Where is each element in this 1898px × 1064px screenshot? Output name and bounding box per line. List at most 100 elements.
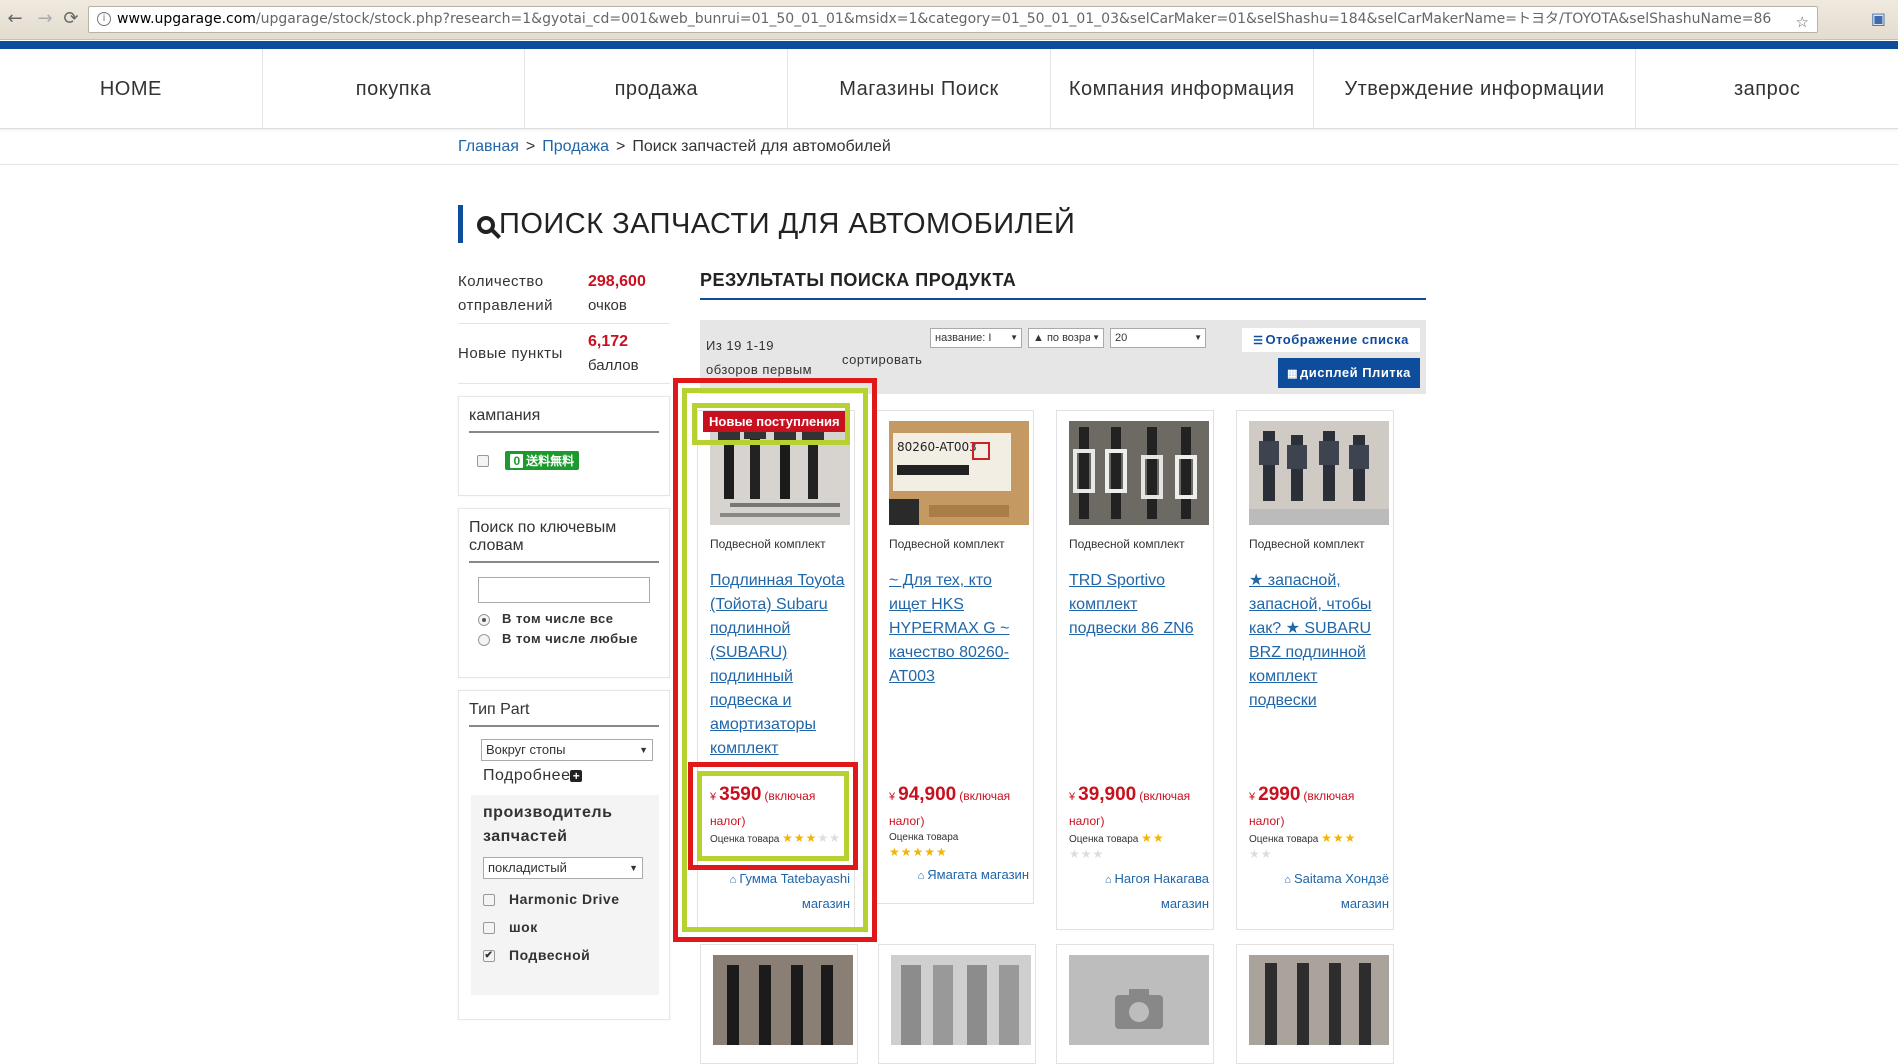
- nav-inquiry[interactable]: запрос: [1636, 49, 1898, 128]
- stat-number: 6,172: [588, 332, 629, 350]
- shop-name: Нагоя Накагава магазин: [1114, 871, 1209, 911]
- sort-order-select[interactable]: ▲ по возра: [1028, 328, 1104, 348]
- stat-unit: очков: [588, 296, 627, 314]
- shop-name: Ямагата магазин: [927, 867, 1029, 882]
- highlight-badge: [692, 403, 850, 445]
- product-title-link[interactable]: ★ запасной, запасной, чтобы как? ★ SUBAR…: [1249, 569, 1389, 713]
- breadcrumb-current: Поиск запчастей для автомобилей: [632, 138, 891, 155]
- maker-checkbox[interactable]: [483, 922, 495, 935]
- nav-buy[interactable]: покупка: [263, 49, 526, 128]
- nav-sell[interactable]: продажа: [525, 49, 789, 128]
- nav-company-info[interactable]: Компания информация: [1051, 49, 1314, 128]
- maker-title: производитель запчастей: [483, 804, 613, 845]
- radio-include-any[interactable]: В том числе любые: [478, 631, 659, 646]
- breadcrumb-sale[interactable]: Продажа: [542, 138, 609, 155]
- maker-option[interactable]: Harmonic Drive: [483, 891, 659, 907]
- results-count: Из 19 1-19 обзоров первым: [706, 334, 812, 382]
- maker-checkbox-checked[interactable]: ✔: [483, 950, 495, 963]
- product-rating: Оценка товара ★★★★★: [1069, 831, 1209, 863]
- radio-button[interactable]: [478, 613, 490, 626]
- nav-home[interactable]: HOME: [0, 49, 263, 128]
- product-image[interactable]: [1249, 955, 1389, 1045]
- more-link[interactable]: Подробнее +: [483, 767, 659, 785]
- stat-shipments: Количество отправлений 298,600 очков: [458, 264, 670, 324]
- keyword-input[interactable]: [478, 577, 650, 603]
- maker-option[interactable]: шок: [483, 919, 659, 935]
- shop-link[interactable]: ⌂ Ямагата магазин: [889, 863, 1029, 888]
- url-path: /upgarage/stock/stock.php?research=1&gyo…: [255, 11, 1772, 27]
- product-price: ¥2990 (включая налог): [1249, 783, 1389, 833]
- product-card[interactable]: 80260-AT003 Подвесной комплект ~ Для тех…: [876, 410, 1034, 904]
- maker-option[interactable]: ✔ Подвесной: [483, 947, 659, 963]
- page-title: ПОИСК ЗАПЧАСТИ ДЛЯ АВТОМОБИЛЕЙ: [458, 205, 1075, 243]
- product-image[interactable]: [1249, 421, 1389, 525]
- keyword-search-box: Поиск по ключевым словам В том числе все…: [458, 508, 670, 678]
- product-title-link[interactable]: TRD Sportivo комплект подвески 86 ZN6: [1069, 569, 1209, 641]
- tile-view-button[interactable]: ▦ дисплей Плитка: [1278, 358, 1420, 388]
- free-shipping-checkbox[interactable]: [477, 454, 489, 467]
- maker-select[interactable]: покладистый: [483, 857, 643, 879]
- radio-include-all[interactable]: В том числе все: [478, 611, 659, 626]
- product-card[interactable]: Подвесной комплект TRD Sportivo комплект…: [1056, 410, 1214, 930]
- product-title-link[interactable]: ~ Для тех, кто ищет HKS HYPERMAX G ~ кач…: [889, 569, 1029, 689]
- extension-icon[interactable]: ▣: [1871, 9, 1886, 28]
- maker-filter: производитель запчастей покладистый Harm…: [471, 795, 659, 995]
- product-card[interactable]: [1236, 944, 1394, 1064]
- rating-label: Оценка товара: [1069, 834, 1139, 845]
- product-image[interactable]: [713, 955, 853, 1045]
- back-icon[interactable]: ←: [4, 8, 26, 30]
- breadcrumb-bar: Главная > Продажа > Поиск запчастей для авто…: [0, 131, 1898, 165]
- part-type-box: Тип Part Вокруг стопы Подробнее+ произво…: [458, 690, 670, 1020]
- page-title-text: ПОИСК ЗАПЧАСТИ ДЛЯ АВТОМОБИЛЕЙ: [499, 208, 1076, 240]
- product-card[interactable]: Подвесной комплект ★ запасной, запасной,…: [1236, 410, 1394, 930]
- price-value: 94,900: [898, 784, 957, 805]
- shop-link[interactable]: ⌂ Нагоя Накагава магазин: [1069, 867, 1209, 916]
- product-image[interactable]: [891, 955, 1031, 1045]
- shop-link[interactable]: ⌂ Saitama Хондзё магазин: [1249, 867, 1389, 916]
- info-icon[interactable]: i: [97, 12, 111, 26]
- main-navigation: HOME покупка продажа Магазины Поиск Комп…: [0, 49, 1898, 129]
- nav-shop-search[interactable]: Магазины Поиск: [788, 49, 1051, 128]
- address-bar[interactable]: i www.upgarage.com/upgarage/stock/stock.…: [88, 6, 1818, 33]
- reload-icon[interactable]: ⟳: [60, 8, 82, 30]
- star-empty-icons: ★★★: [1069, 847, 1105, 861]
- maker-checkbox[interactable]: [483, 894, 495, 907]
- stat-value: 6,172 баллов: [588, 330, 639, 378]
- more-label: Подробнее: [483, 767, 571, 784]
- list-view-button[interactable]: ☰ Отображение списка: [1242, 328, 1420, 352]
- bookmark-star-icon[interactable]: ☆: [1796, 10, 1809, 32]
- maker-label: шок: [509, 919, 538, 935]
- truck-icon: 0: [510, 454, 524, 468]
- plus-icon: +: [570, 769, 583, 782]
- product-image[interactable]: [1069, 421, 1209, 525]
- star-icons: ★★★★★: [889, 845, 948, 859]
- product-card[interactable]: [1056, 944, 1214, 1064]
- product-image-placeholder[interactable]: [1069, 955, 1209, 1045]
- list-view-label: Отображение списка: [1265, 332, 1409, 347]
- price-value: 2990: [1258, 784, 1301, 805]
- part-type-select[interactable]: Вокруг стопы: [481, 739, 653, 761]
- per-page-select[interactable]: 20: [1110, 328, 1206, 348]
- sidebar: Количество отправлений 298,600 очков Нов…: [458, 264, 670, 1020]
- sort-field-select[interactable]: название: I: [930, 328, 1022, 348]
- radio-button[interactable]: [478, 633, 490, 646]
- product-card[interactable]: [878, 944, 1036, 1064]
- free-shipping-text: 送料無料: [526, 454, 575, 468]
- grid-icon: ▦: [1287, 368, 1298, 380]
- breadcrumb-home[interactable]: Главная: [458, 138, 519, 155]
- product-price: ¥94,900 (включая налог): [889, 783, 1029, 833]
- nav-approval-info[interactable]: Утверждение информации: [1314, 49, 1637, 128]
- product-rating: Оценка товара ★★★★★: [889, 831, 1029, 861]
- product-category: Подвесной комплект: [889, 537, 1005, 551]
- forward-icon[interactable]: →: [34, 8, 56, 30]
- product-rating: Оценка товара ★★★★★: [1249, 831, 1389, 863]
- stat-unit: баллов: [588, 356, 639, 374]
- list-icon: ☰: [1253, 335, 1264, 347]
- product-category: Подвесной комплект: [1249, 537, 1365, 551]
- shop-name: Saitama Хондзё магазин: [1293, 871, 1389, 911]
- product-image[interactable]: 80260-AT003: [889, 421, 1029, 525]
- product-card[interactable]: [700, 944, 858, 1064]
- sort-label: сортировать: [842, 352, 923, 367]
- campaign-box: кампания 0 送料無料: [458, 396, 670, 496]
- product-category: Подвесной комплект: [1069, 537, 1185, 551]
